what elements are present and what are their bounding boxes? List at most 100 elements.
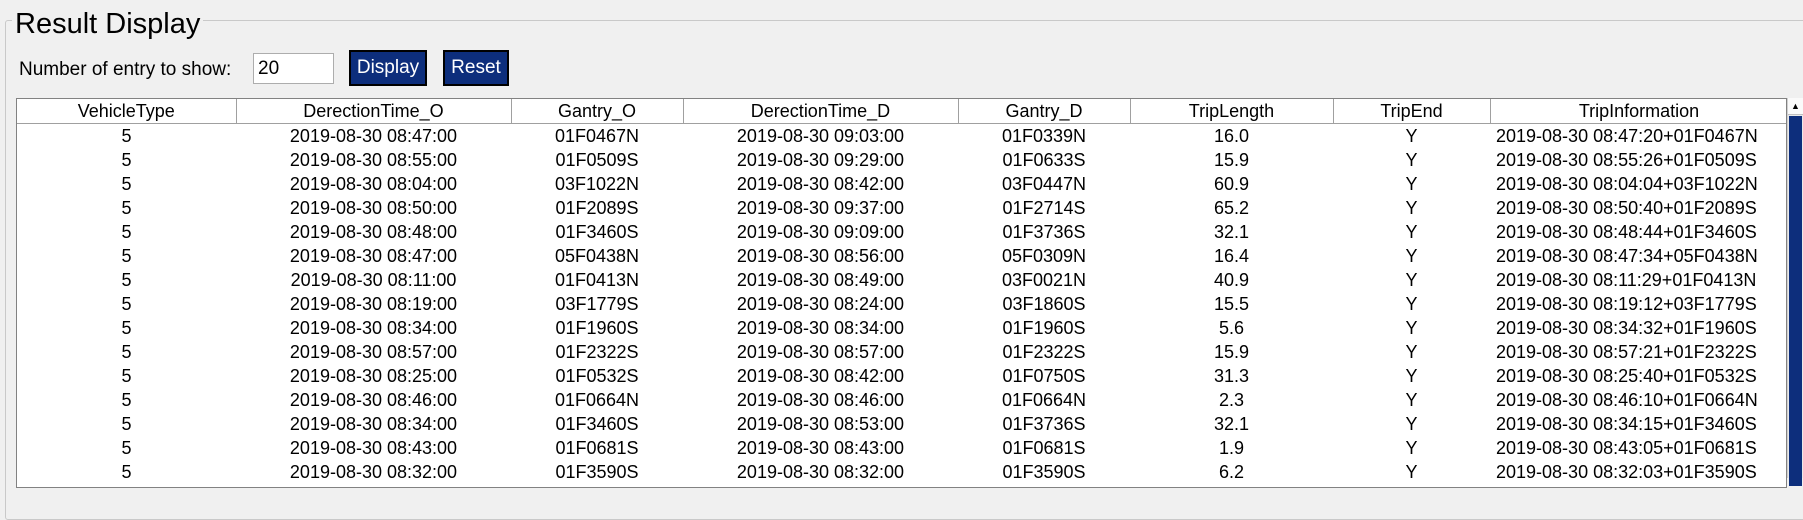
result-table: VehicleType DerectionTime_O Gantry_O Der… bbox=[16, 98, 1787, 488]
table-cell: 6.2 bbox=[1218, 462, 1245, 482]
table-cell: 2019-08-30 09:37:00 bbox=[736, 198, 905, 218]
table-cell: 03F1860S bbox=[1002, 294, 1086, 314]
table-cell: 5 bbox=[121, 414, 132, 434]
table-cell: 01F3736S bbox=[1002, 414, 1086, 434]
column-header-trip-end[interactable]: TripEnd bbox=[1333, 99, 1491, 124]
table-cell: 2019-08-30 08:34:00 bbox=[736, 318, 905, 338]
table-cell: 2019-08-30 08:48:44+01F3460S bbox=[1496, 222, 1757, 242]
table-row[interactable]: 5 2019-08-30 08:43:00 01F0681S 2019-08-30 0… bbox=[17, 436, 1786, 460]
table-cell: 2019-08-30 08:57:00 bbox=[736, 342, 905, 362]
table-cell: Y bbox=[1405, 414, 1418, 434]
column-header-gantry-o[interactable]: Gantry_O bbox=[511, 99, 684, 124]
table-cell: 5 bbox=[121, 294, 132, 314]
table-row[interactable]: 5 2019-08-30 08:47:00 01F0467N 2019-08-30 0… bbox=[17, 124, 1786, 149]
table-cell: 31.3 bbox=[1213, 366, 1250, 386]
table-cell: 60.9 bbox=[1213, 174, 1250, 194]
table-cell: 01F0681S bbox=[555, 438, 639, 458]
table-row[interactable]: 5 2019-08-30 08:34:00 01F3460S 2019-08-30 0… bbox=[17, 412, 1786, 436]
table-cell: 2019-08-30 08:57:21+01F2322S bbox=[1496, 342, 1757, 362]
table-cell: 2019-08-30 08:34:15+01F3460S bbox=[1496, 414, 1757, 434]
table-cell: 05F0309N bbox=[1001, 246, 1087, 266]
display-button[interactable]: Display bbox=[349, 50, 427, 86]
table-cell: 01F3590S bbox=[555, 462, 639, 482]
table-row[interactable]: 5 2019-08-30 08:32:00 01F3590S 2019-08-30 0… bbox=[17, 460, 1786, 484]
table-cell: 2019-08-30 08:46:10+01F0664N bbox=[1496, 390, 1758, 410]
table-cell: Y bbox=[1405, 462, 1418, 482]
table-cell: 5 bbox=[121, 366, 132, 386]
table-row[interactable]: 5 2019-08-30 08:25:00 01F0532S 2019-08-30 0… bbox=[17, 364, 1786, 388]
table-cell: 5 bbox=[121, 438, 132, 458]
column-header-gantry-d[interactable]: Gantry_D bbox=[958, 99, 1131, 124]
table-cell: Y bbox=[1405, 246, 1418, 266]
reset-button[interactable]: Reset bbox=[443, 50, 509, 86]
table-cell: 01F0467N bbox=[554, 126, 640, 146]
table-row[interactable]: 5 2019-08-30 08:34:00 01F1960S 2019-08-30 0… bbox=[17, 316, 1786, 340]
table-cell: 2019-08-30 08:25:00 bbox=[289, 366, 458, 386]
table-cell: 2019-08-30 08:32:03+01F3590S bbox=[1496, 462, 1757, 482]
table-cell: 2019-08-30 08:50:40+01F2089S bbox=[1496, 198, 1757, 218]
table-cell: Y bbox=[1405, 390, 1418, 410]
table-cell: 2.3 bbox=[1218, 390, 1245, 410]
table-cell: 2019-08-30 08:43:00 bbox=[289, 438, 458, 458]
table-cell: 2019-08-30 09:09:00 bbox=[736, 222, 905, 242]
table-row[interactable]: 5 2019-08-30 08:19:00 03F1779S 2019-08-30 0… bbox=[17, 292, 1786, 316]
table-cell: 01F0681S bbox=[1002, 438, 1086, 458]
table-cell: 05F0438N bbox=[554, 246, 640, 266]
table-cell: 16.4 bbox=[1213, 246, 1250, 266]
table-cell: 01F3736S bbox=[1002, 222, 1086, 242]
table-cell: 5 bbox=[121, 222, 132, 242]
table-cell: 01F0633S bbox=[1002, 150, 1086, 170]
table-cell: 2019-08-30 08:48:00 bbox=[289, 222, 458, 242]
table-cell: 01F3590S bbox=[1002, 462, 1086, 482]
table-row[interactable]: 5 2019-08-30 08:48:00 01F3460S 2019-08-30 0… bbox=[17, 220, 1786, 244]
scrollbar-thumb[interactable] bbox=[1789, 116, 1802, 486]
table-cell: 01F0413N bbox=[554, 270, 640, 290]
table-cell: 2019-08-30 08:04:00 bbox=[289, 174, 458, 194]
table-cell: 2019-08-30 08:11:29+01F0413N bbox=[1496, 270, 1757, 290]
table-cell: 03F1022N bbox=[554, 174, 640, 194]
table-row[interactable]: 5 2019-08-30 08:11:00 01F0413N 2019-08-30 0… bbox=[17, 268, 1786, 292]
table-cell: Y bbox=[1405, 198, 1418, 218]
vertical-scrollbar[interactable]: ▲ bbox=[1787, 98, 1803, 486]
table-row[interactable]: 5 2019-08-30 08:55:00 01F0509S 2019-08-30 0… bbox=[17, 148, 1786, 172]
table-row[interactable]: 5 2019-08-30 08:04:00 03F1022N 2019-08-30 0… bbox=[17, 172, 1786, 196]
table-cell: 5 bbox=[121, 246, 132, 266]
table-cell: Y bbox=[1405, 174, 1418, 194]
column-header-direction-time-o[interactable]: DerectionTime_O bbox=[236, 99, 512, 124]
table-cell: 01F0532S bbox=[555, 366, 639, 386]
table-cell: 5 bbox=[121, 174, 132, 194]
table-cell: 2019-08-30 08:47:00 bbox=[289, 246, 458, 266]
table-cell: 03F0447N bbox=[1001, 174, 1087, 194]
table-cell: 2019-08-30 08:24:00 bbox=[736, 294, 905, 314]
table-cell: Y bbox=[1405, 438, 1418, 458]
table-row[interactable]: 5 2019-08-30 08:46:00 01F0664N 2019-08-30 0… bbox=[17, 388, 1786, 412]
column-header-trip-length[interactable]: TripLength bbox=[1130, 99, 1334, 124]
table-cell: 01F2322S bbox=[555, 342, 639, 362]
table-cell: 1.9 bbox=[1218, 438, 1245, 458]
column-header-trip-information[interactable]: TripInformation bbox=[1490, 99, 1786, 124]
table-cell: 01F2714S bbox=[1002, 198, 1086, 218]
table-cell: Y bbox=[1405, 318, 1418, 338]
table-cell: 15.9 bbox=[1213, 150, 1250, 170]
table-header-row: VehicleType DerectionTime_O Gantry_O Der… bbox=[17, 99, 1786, 124]
table-row[interactable]: 5 2019-08-30 08:57:00 01F2322S 2019-08-30 0… bbox=[17, 340, 1786, 364]
table-cell: 5 bbox=[121, 342, 132, 362]
column-header-vehicletype[interactable]: VehicleType bbox=[17, 99, 237, 124]
table-cell: 2019-08-30 09:03:00 bbox=[736, 126, 905, 146]
table-cell: 2019-08-30 08:32:00 bbox=[289, 462, 458, 482]
table-cell: 5 bbox=[121, 150, 132, 170]
table-row[interactable]: 5 2019-08-30 08:47:00 05F0438N 2019-08-30 0… bbox=[17, 244, 1786, 268]
groupbox-title: Result Display bbox=[12, 6, 204, 42]
table-cell: 2019-08-30 08:55:00 bbox=[289, 150, 458, 170]
table-cell: 2019-08-30 08:43:00 bbox=[736, 438, 905, 458]
table-cell: 2019-08-30 08:50:00 bbox=[289, 198, 458, 218]
table-cell: 2019-08-30 08:53:00 bbox=[736, 414, 905, 434]
table-cell: 01F0339N bbox=[1001, 126, 1087, 146]
table-cell: 2019-08-30 08:19:12+03F1779S bbox=[1496, 294, 1757, 314]
entry-count-input[interactable] bbox=[253, 53, 334, 84]
table-row[interactable]: 5 2019-08-30 08:50:00 01F2089S 2019-08-30 0… bbox=[17, 196, 1786, 220]
table-cell: 16.0 bbox=[1213, 126, 1250, 146]
table-cell: 2019-08-30 08:25:40+01F0532S bbox=[1496, 366, 1757, 386]
up-arrow-icon[interactable]: ▲ bbox=[1788, 98, 1803, 115]
column-header-direction-time-d[interactable]: DerectionTime_D bbox=[683, 99, 959, 124]
